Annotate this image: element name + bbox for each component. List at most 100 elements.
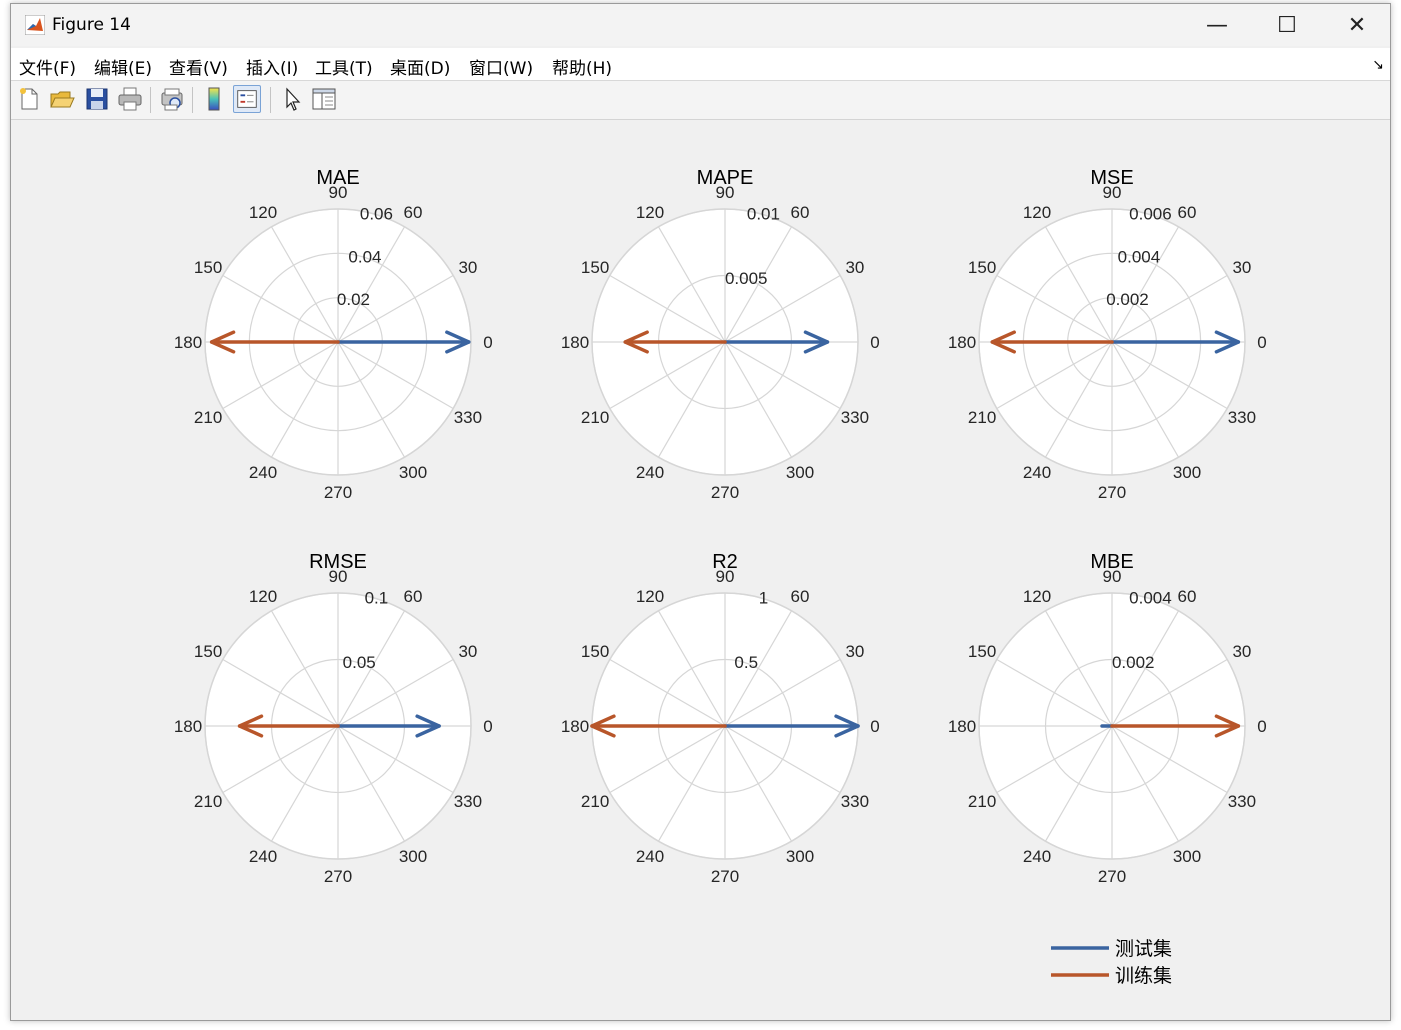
menu-window[interactable]: 窗口(W) bbox=[469, 54, 533, 79]
polar-angle-label: 180 bbox=[174, 333, 202, 352]
menu-tools[interactable]: 工具(T) bbox=[315, 54, 373, 79]
print-icon[interactable] bbox=[116, 85, 144, 113]
menu-file[interactable]: 文件(F) bbox=[19, 54, 76, 79]
polar-angle-label: 330 bbox=[454, 408, 482, 427]
polar-angle-label: 150 bbox=[581, 642, 609, 661]
polar-angle-label: 30 bbox=[1232, 642, 1251, 661]
polar-angle-label: 180 bbox=[948, 717, 976, 736]
toolbar-separator bbox=[150, 87, 151, 113]
polar-angle-label: 180 bbox=[174, 717, 202, 736]
menu-bar: 文件(F) 编辑(E) 查看(V) 插入(I) 工具(T) 桌面(D) 窗口(W… bbox=[11, 48, 1390, 81]
polar-angle-label: 30 bbox=[458, 642, 477, 661]
polar-angle-label: 330 bbox=[454, 792, 482, 811]
polar-angle-label: 330 bbox=[841, 792, 869, 811]
polar-rtick-label: 0.004 bbox=[1118, 247, 1161, 266]
polar-angle-label: 0 bbox=[1257, 717, 1266, 736]
polar-angle-label: 120 bbox=[249, 587, 277, 606]
polar-angle-label: 300 bbox=[786, 847, 814, 866]
menu-help[interactable]: 帮助(H) bbox=[552, 54, 612, 79]
property-editor-icon[interactable] bbox=[310, 85, 338, 113]
polar-angle-label: 180 bbox=[561, 333, 589, 352]
polar-angle-label: 0 bbox=[870, 333, 879, 352]
menu-edit[interactable]: 编辑(E) bbox=[94, 54, 152, 79]
polar-angle-label: 210 bbox=[194, 792, 222, 811]
polar-angle-label: 60 bbox=[1178, 587, 1197, 606]
polar-angle-label: 120 bbox=[636, 587, 664, 606]
polar-angle-label: 270 bbox=[1098, 483, 1126, 502]
polar-rtick-label: 0.004 bbox=[1129, 589, 1172, 608]
legend-icon[interactable] bbox=[233, 85, 261, 113]
polar-plots: 03060901201501802102402703003300.020.040… bbox=[174, 167, 1267, 987]
print-preview-icon[interactable] bbox=[158, 85, 186, 113]
polar-angle-label: 210 bbox=[581, 408, 609, 427]
polar-angle-label: 330 bbox=[1228, 408, 1256, 427]
polar-rtick-label: 0.005 bbox=[725, 269, 768, 288]
polar-angle-label: 150 bbox=[968, 258, 996, 277]
polar-angle-label: 60 bbox=[1178, 203, 1197, 222]
polar-rtick-label: 1 bbox=[759, 589, 768, 608]
polar-angle-label: 330 bbox=[1228, 792, 1256, 811]
polar-angle-label: 60 bbox=[791, 587, 810, 606]
menu-desktop[interactable]: 桌面(D) bbox=[390, 54, 450, 79]
polar-rtick-label: 0.01 bbox=[747, 205, 780, 224]
polar-angle-label: 120 bbox=[1023, 203, 1051, 222]
menu-insert[interactable]: 插入(I) bbox=[246, 54, 298, 79]
polar-title: MAPE bbox=[697, 167, 754, 189]
polar-angle-label: 150 bbox=[581, 258, 609, 277]
background-window-left-edge bbox=[0, 0, 10, 1030]
legend: 测试集训练集 bbox=[1051, 938, 1172, 987]
polar-angle-label: 150 bbox=[968, 642, 996, 661]
minimize-button[interactable]: — bbox=[1182, 4, 1252, 46]
polar-axes-mae: 03060901201501802102402703003300.020.040… bbox=[174, 167, 493, 502]
polar-angle-label: 180 bbox=[948, 333, 976, 352]
colorbar-icon[interactable] bbox=[200, 85, 228, 113]
polar-angle-label: 240 bbox=[249, 847, 277, 866]
polar-angle-label: 270 bbox=[711, 483, 739, 502]
polar-angle-label: 270 bbox=[1098, 867, 1126, 886]
figure-canvas[interactable]: 0 30 60 90 120 150 180 210 240 270 300 330 0.02 0.04 0… bbox=[11, 120, 1390, 1020]
polar-angle-label: 120 bbox=[249, 203, 277, 222]
minimize-icon: — bbox=[1206, 12, 1228, 38]
polar-rtick-label: 0.06 bbox=[360, 205, 393, 224]
menu-view[interactable]: 查看(V) bbox=[169, 54, 228, 79]
pointer-icon[interactable] bbox=[278, 85, 306, 113]
title-bar[interactable]: Figure 14 — ☐ ✕ bbox=[11, 4, 1390, 46]
polar-rtick-label: 0.05 bbox=[343, 653, 376, 672]
polar-angle-label: 180 bbox=[561, 717, 589, 736]
polar-angle-label: 30 bbox=[1232, 258, 1251, 277]
polar-angle-label: 210 bbox=[968, 792, 996, 811]
toolbar-separator bbox=[270, 87, 271, 113]
polar-angle-label: 0 bbox=[483, 717, 492, 736]
polar-angle-label: 270 bbox=[324, 483, 352, 502]
polar-angle-label: 240 bbox=[249, 463, 277, 482]
polar-rtick-label: 0.02 bbox=[337, 290, 370, 309]
toolbar-dock-arrow-icon[interactable]: ↘ bbox=[1372, 56, 1384, 73]
polar-axes-rmse: 03060901201501802102402703003300.050.1RM… bbox=[174, 551, 493, 886]
open-file-icon[interactable] bbox=[48, 85, 76, 113]
polar-title: MBE bbox=[1090, 551, 1133, 573]
polar-angle-label: 0 bbox=[1257, 333, 1266, 352]
polar-axes-mbe: 03060901201501802102402703003300.0020.00… bbox=[948, 551, 1267, 886]
polar-angle-label: 300 bbox=[1173, 847, 1201, 866]
polar-rtick-label: 0.1 bbox=[365, 589, 389, 608]
polar-rtick-label: 0.5 bbox=[734, 653, 758, 672]
polar-angle-label: 60 bbox=[791, 203, 810, 222]
polar-angle-label: 210 bbox=[968, 408, 996, 427]
close-button[interactable]: ✕ bbox=[1322, 4, 1390, 46]
polar-angle-label: 120 bbox=[1023, 587, 1051, 606]
polar-axes-r2: 03060901201501802102402703003300.51R2 bbox=[561, 551, 880, 886]
polar-angle-label: 300 bbox=[399, 847, 427, 866]
close-icon: ✕ bbox=[1347, 12, 1367, 38]
polar-angle-label: 210 bbox=[194, 408, 222, 427]
save-icon[interactable] bbox=[83, 85, 111, 113]
polar-title: RMSE bbox=[309, 551, 367, 573]
polar-angle-label: 120 bbox=[636, 203, 664, 222]
polar-rtick-label: 0.04 bbox=[348, 247, 381, 266]
new-figure-icon[interactable] bbox=[15, 85, 43, 113]
polar-angle-label: 240 bbox=[636, 463, 664, 482]
maximize-button[interactable]: ☐ bbox=[1252, 4, 1322, 46]
polar-angle-label: 0 bbox=[870, 717, 879, 736]
polar-angle-label: 60 bbox=[404, 587, 423, 606]
polar-rtick-label: 0.006 bbox=[1129, 205, 1172, 224]
polar-angle-label: 270 bbox=[324, 867, 352, 886]
